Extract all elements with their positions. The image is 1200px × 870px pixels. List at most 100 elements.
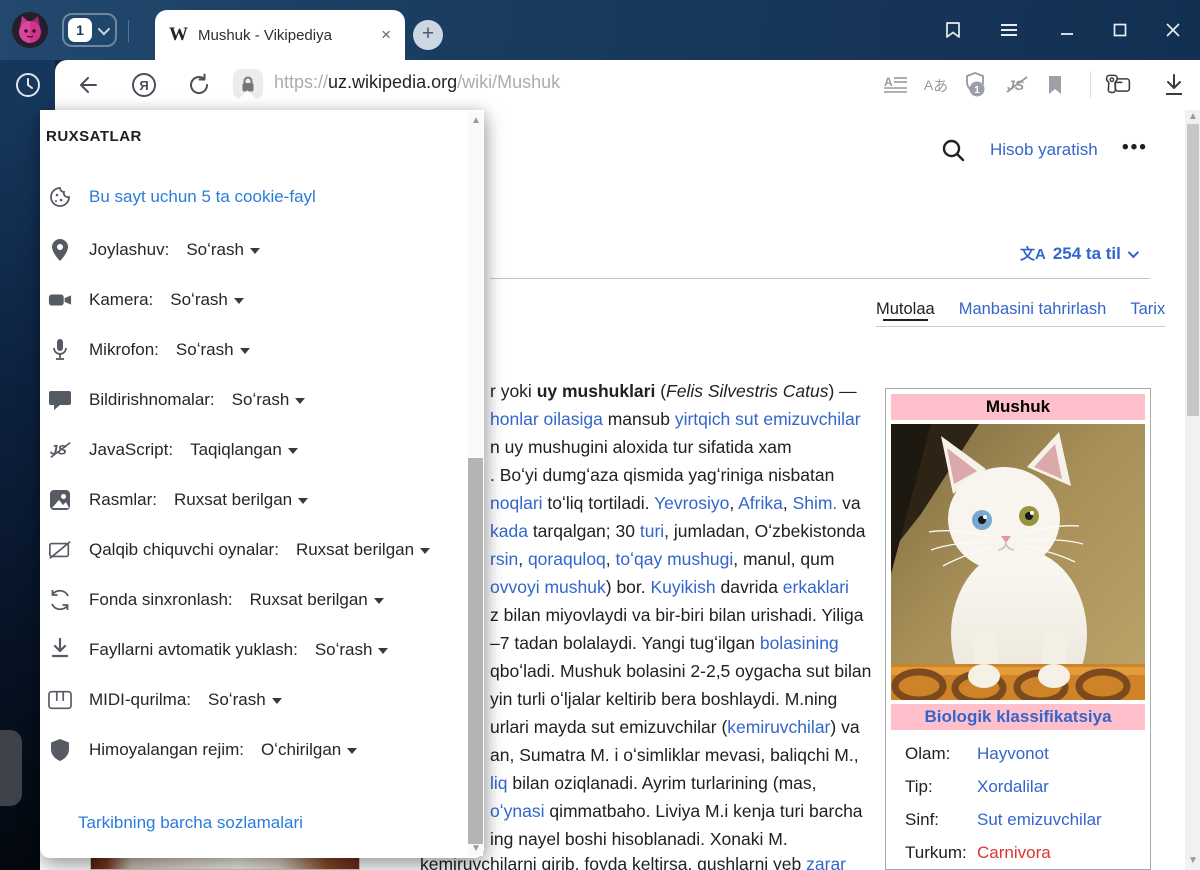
article-link[interactable]: erkaklari [783, 577, 849, 597]
maximize-button[interactable] [1108, 20, 1132, 40]
permission-value-dropdown[interactable]: Soʻrash [232, 390, 306, 410]
close-button[interactable] [1161, 20, 1185, 40]
scroll-up-icon[interactable]: ▲ [471, 116, 481, 126]
article-link[interactable]: noqlari [490, 493, 543, 513]
permission-value-dropdown[interactable]: Taqiqlangan [190, 440, 298, 460]
profile-cat-icon [12, 12, 48, 48]
panel-scrollbar-thumb[interactable] [468, 458, 483, 844]
article-tab[interactable]: Tarix [1130, 300, 1165, 319]
collections-icon[interactable] [1104, 71, 1132, 99]
language-selector[interactable]: 文A 254 ta til [1020, 243, 1136, 264]
taxo-value-link[interactable]: Hayvonot [977, 741, 1049, 766]
article-text-segment: Felis Silvestris Catus [666, 381, 828, 401]
article-link[interactable]: Kuyikish [651, 577, 716, 597]
history-clock-icon[interactable] [14, 71, 42, 99]
downloads-icon[interactable] [1160, 71, 1188, 99]
scroll-down-icon[interactable]: ▼ [471, 844, 481, 854]
article-image-sliver[interactable] [90, 856, 360, 870]
article-link[interactable]: Afrika [738, 493, 783, 513]
permission-value-dropdown[interactable]: Soʻrash [170, 290, 244, 310]
tab-close-icon[interactable]: × [381, 25, 391, 45]
article-bottom-line: kemiruvchilarni qirib, foyda keltirsa, q… [420, 854, 846, 870]
back-button[interactable] [74, 71, 102, 99]
scroll-down-icon[interactable]: ▼ [1188, 856, 1198, 866]
article-link[interactable]: honlar oilasiga [490, 409, 603, 429]
permission-label: Fonda sinxronlash: [89, 590, 233, 610]
article-text-segment: , jumladan, Oʻzbekistonda [664, 521, 865, 541]
permission-value-dropdown[interactable]: Soʻrash [186, 240, 260, 260]
article-link[interactable]: kemiruvchilar [727, 717, 830, 737]
article-text-segment: ( [655, 381, 666, 401]
permission-value: Taqiqlangan [190, 440, 282, 460]
article-line: yin turli oʻljalar keltirib bera boshlay… [490, 685, 880, 713]
translate-icon[interactable]: Aあ [922, 71, 950, 99]
taxo-value-link[interactable]: Sut emizuvchilar [977, 807, 1102, 832]
new-tab-button[interactable]: + [413, 20, 443, 50]
permission-value-dropdown[interactable]: Ruxsat berilgan [296, 540, 430, 560]
protect-shield-icon[interactable]: 1 [961, 71, 989, 99]
article-text-segment: davrida [716, 577, 783, 597]
article-link[interactable]: Shim. [793, 493, 838, 513]
permission-label: Kamera: [89, 290, 153, 310]
javascript-icon: JS [48, 438, 72, 462]
create-account-link[interactable]: Hisob yaratish [990, 140, 1098, 160]
article-link[interactable]: rsin [490, 549, 518, 569]
article-link[interactable]: ovvoyi mushuk [490, 577, 606, 597]
article-text-segment: , [729, 493, 738, 513]
sidebar-widget-handle[interactable] [0, 730, 22, 806]
article-link[interactable]: turi [640, 521, 664, 541]
menu-icon[interactable] [997, 20, 1021, 40]
article-link[interactable]: bolasining [760, 633, 839, 653]
url-scheme: https:// [274, 72, 328, 92]
article-link[interactable]: kada [490, 521, 528, 541]
article-text-segment: r yoki [490, 381, 537, 401]
minimize-button[interactable] [1055, 20, 1079, 40]
taxobox-section-link[interactable]: Biologik klassifikatsiya [891, 704, 1145, 730]
taxo-value-link[interactable]: Carnivora [977, 840, 1051, 865]
content-settings-link[interactable]: Tarkibning barcha sozlamalari [78, 813, 303, 833]
article-link[interactable]: qoraquloq [528, 549, 606, 569]
yandex-search-icon[interactable]: Я [130, 71, 158, 99]
article-tab[interactable]: Mutolaa [876, 300, 935, 319]
article-line: qboʻladi. Mushuk bolasini 2-2,5 oygacha … [490, 657, 880, 685]
cookies-link[interactable]: Bu sayt uchun 5 ta cookie-fayl [89, 187, 316, 207]
permission-label: Mikrofon: [89, 340, 159, 360]
article-tab[interactable]: Manbasini tahrirlash [959, 300, 1107, 319]
profile-avatar[interactable] [12, 12, 48, 48]
permission-row: Kamera: Soʻrash [48, 285, 244, 315]
permission-value-dropdown[interactable]: Soʻrash [208, 690, 282, 710]
dropdown-caret-icon [295, 398, 305, 404]
bookmarks-flag-icon[interactable] [941, 20, 965, 40]
search-icon[interactable] [941, 138, 966, 163]
scroll-up-icon[interactable]: ▲ [1188, 112, 1198, 122]
article-line: . Boʻyi dumgʻaza qismida yagʻriniga nisb… [490, 461, 880, 489]
permission-label: Qalqib chiquvchi oynalar: [89, 540, 279, 560]
article-link[interactable]: oʻynasi [490, 801, 544, 821]
article-link[interactable]: Yevrosiyo [654, 493, 729, 513]
article-link[interactable]: zarar [806, 854, 846, 870]
permission-value-dropdown[interactable]: Ruxsat berilgan [250, 590, 384, 610]
kitten-photo[interactable] [891, 424, 1145, 700]
bookmark-icon[interactable] [1041, 71, 1069, 99]
tab-counter-button[interactable]: 1 [62, 13, 117, 47]
more-options-icon[interactable]: ••• [1122, 137, 1148, 159]
notifications-icon [48, 388, 72, 412]
permission-value-dropdown[interactable]: Soʻrash [315, 640, 389, 660]
javascript-blocked-icon[interactable]: JS [1003, 71, 1031, 99]
panel-title: RUXSATLAR [46, 128, 142, 145]
article-link[interactable]: liq [490, 773, 508, 793]
article-text-segment: n uy mushugini aloxida tur sifatida xam [490, 437, 792, 457]
article-link[interactable]: toʻqay mushugi [616, 549, 734, 569]
address-bar[interactable]: https://uz.wikipedia.org/wiki/Mushuk [274, 72, 560, 93]
dropdown-caret-icon [288, 448, 298, 454]
refresh-icon[interactable] [185, 71, 213, 99]
page-scrollbar-thumb[interactable] [1187, 124, 1199, 416]
permission-value-dropdown[interactable]: Soʻrash [176, 340, 250, 360]
browser-tab[interactable]: W Mushuk - Vikipediya × [155, 10, 405, 60]
permission-value-dropdown[interactable]: Ruxsat berilgan [174, 490, 308, 510]
taxo-value-link[interactable]: Xordalilar [977, 774, 1049, 799]
article-link[interactable]: yirtqich sut emizuvchilar [675, 409, 861, 429]
reader-mode-icon[interactable]: A [882, 71, 910, 99]
permission-value-dropdown[interactable]: Oʻchirilgan [261, 740, 357, 760]
article-text-segment: bilan oziqlanadi. Ayrim turlarining (mas… [508, 773, 817, 793]
